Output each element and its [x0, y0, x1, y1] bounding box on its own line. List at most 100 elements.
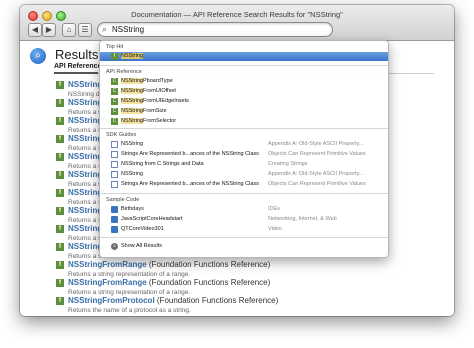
sample-code-category: IDEs: [268, 206, 280, 212]
guide-suggestion-label: Strings Are Represented b...ances of the…: [121, 151, 259, 157]
result-description: Returns a s: [68, 217, 102, 224]
function-icon: f: [56, 99, 64, 107]
guide-suggestion-item[interactable]: NSString from C Strings and Data Creating…: [100, 160, 388, 169]
sample-code-item[interactable]: JavaScriptCoreHeadstart Networking, Inter…: [100, 215, 388, 224]
search-icon: ⌕: [111, 243, 118, 250]
api-suggestion-label: NSStringFromUIOffset: [121, 88, 176, 94]
guide-suggestion-item[interactable]: NSString Appendix A: Old-Style ASCII Prop…: [100, 140, 388, 149]
result-title[interactable]: NSString: [68, 224, 102, 233]
result-title[interactable]: NSString: [68, 116, 102, 125]
result-title[interactable]: NSString: [68, 80, 102, 89]
result-description: Returns a string representation of a ran…: [68, 289, 191, 296]
guide-suggestion-category: Appendix A: Old-Style ASCII Property...: [268, 141, 364, 147]
api-suggestion-label: NSStringPboardType: [121, 78, 173, 84]
show-all-results-item[interactable]: ⌕ Show All Results: [100, 242, 388, 251]
sample-code-category: Video: [268, 226, 282, 232]
function-icon: f: [56, 207, 64, 215]
top-hit-label: NSString: [121, 53, 144, 59]
result-description: Returns the name of a protocol as a stri…: [68, 307, 191, 314]
section-divider: [100, 193, 388, 194]
api-suggestion-label: NSStringFromSize: [121, 108, 167, 114]
result-title[interactable]: NSString: [68, 170, 102, 179]
function-icon: f: [56, 297, 64, 305]
sample-code-icon: [111, 206, 118, 213]
api-suggestion-item[interactable]: C NSStringFromUIOffset: [100, 87, 388, 96]
sample-code-item[interactable]: QTCoreVideo301 Video: [100, 225, 388, 234]
result-description: Returns a s: [68, 145, 102, 152]
tab-underline: [54, 72, 98, 74]
forward-arrow-icon: ▶: [45, 25, 53, 34]
api-suggestion-item[interactable]: C NSStringPboardType: [100, 77, 388, 86]
back-button[interactable]: ◀: [28, 23, 42, 37]
section-divider: [100, 65, 388, 66]
guide-suggestion-category: Objects Can Represent Primitive Values: [268, 181, 366, 187]
top-hit-item[interactable]: f NSString: [100, 52, 388, 61]
guide-suggestion-item[interactable]: Strings Are Represented b...ances of the…: [100, 180, 388, 189]
title-bar: Documentation — API Reference Search Res…: [20, 5, 454, 41]
section-divider: [100, 237, 388, 238]
constant-icon: C: [111, 78, 118, 85]
window-title: Documentation — API Reference Search Res…: [131, 10, 343, 19]
tab-api-reference[interactable]: API Reference: [54, 63, 101, 70]
sample-code-icon: [111, 226, 118, 233]
result-description: Returns a s: [68, 199, 102, 206]
function-icon: f: [56, 153, 64, 161]
constant-icon: C: [111, 108, 118, 115]
api-suggestion-label: NSStringFromSelector: [121, 118, 177, 124]
api-suggestion-label: NSStringFromUIEdgeInsets: [121, 98, 189, 104]
back-arrow-icon: ◀: [31, 25, 39, 34]
section-divider: [100, 128, 388, 129]
guide-suggestion-category: Appendix A: Old-Style ASCII Property...: [268, 171, 364, 177]
page-title: Results: [55, 47, 99, 62]
result-title[interactable]: NSString: [68, 152, 102, 161]
search-results-icon: ⌕: [30, 48, 46, 64]
guide-suggestion-category: Objects Can Represent Primitive Values: [268, 151, 366, 157]
bookmarks-button[interactable]: ☰: [78, 23, 92, 37]
bookmarks-icon: ☰: [81, 25, 89, 34]
result-title[interactable]: NSStringFromRange (Foundation Functions …: [68, 260, 270, 269]
result-description: Returns a s: [68, 253, 102, 260]
result-title[interactable]: NSString: [68, 98, 102, 107]
home-button[interactable]: ⌂: [62, 23, 76, 37]
api-suggestion-item[interactable]: C NSStringFromSelector: [100, 117, 388, 126]
result-description: Returns a s: [68, 235, 102, 242]
function-icon: f: [56, 171, 64, 179]
api-reference-header: API Reference: [106, 69, 142, 75]
constant-icon: C: [111, 98, 118, 105]
sample-code-label: JavaScriptCoreHeadstart: [121, 216, 183, 222]
result-title[interactable]: NSStringFromRange (Foundation Functions …: [68, 278, 270, 287]
top-hit-header: Top Hit: [106, 44, 124, 50]
guide-suggestion-label: Strings Are Represented b...ances of the…: [121, 181, 259, 187]
result-title[interactable]: NSString: [68, 206, 102, 215]
api-suggestion-item[interactable]: C NSStringFromUIEdgeInsets: [100, 97, 388, 106]
result-title[interactable]: NSString: [68, 134, 102, 143]
sample-code-header: Sample Code: [106, 197, 140, 203]
function-icon: f: [56, 279, 64, 287]
result-description: Returns a s: [68, 127, 102, 134]
guide-suggestion-item[interactable]: NSString Appendix A: Old-Style ASCII Prop…: [100, 170, 388, 179]
forward-button[interactable]: ▶: [42, 23, 56, 37]
search-icon: ⌕: [102, 24, 108, 34]
guide-suggestion-category: Creating Strings: [268, 161, 308, 167]
function-icon: f: [56, 261, 64, 269]
sample-code-item[interactable]: Birthdays IDEs: [100, 205, 388, 214]
guide-suggestion-label: NSString: [121, 171, 144, 177]
sdk-guides-header: SDK Guides: [106, 132, 137, 138]
result-title[interactable]: NSStringFromProtocol (Foundation Functio…: [68, 296, 278, 305]
result-title[interactable]: NSString: [68, 188, 102, 197]
search-suggestions-dropdown: Top Hit f NSString API Reference C NSStri…: [99, 40, 389, 258]
api-suggestion-item[interactable]: C NSStringFromSize: [100, 107, 388, 116]
document-icon: [111, 151, 118, 158]
guide-suggestion-item[interactable]: Strings Are Represented b...ances of the…: [100, 150, 388, 159]
guide-suggestion-label: NSString: [121, 141, 144, 147]
function-icon: f: [56, 225, 64, 233]
result-description: Returns a s: [68, 163, 102, 170]
result-title[interactable]: NSString: [68, 242, 102, 251]
sample-code-category: Networking, Internet, & Web: [268, 216, 337, 222]
sample-code-label: Birthdays: [121, 206, 144, 212]
sample-code-icon: [111, 216, 118, 223]
search-input[interactable]: ⌕ NSString: [97, 22, 333, 37]
result-description: Returns a s: [68, 181, 102, 188]
function-icon: f: [56, 243, 64, 251]
show-all-results-label: Show All Results: [121, 243, 162, 249]
